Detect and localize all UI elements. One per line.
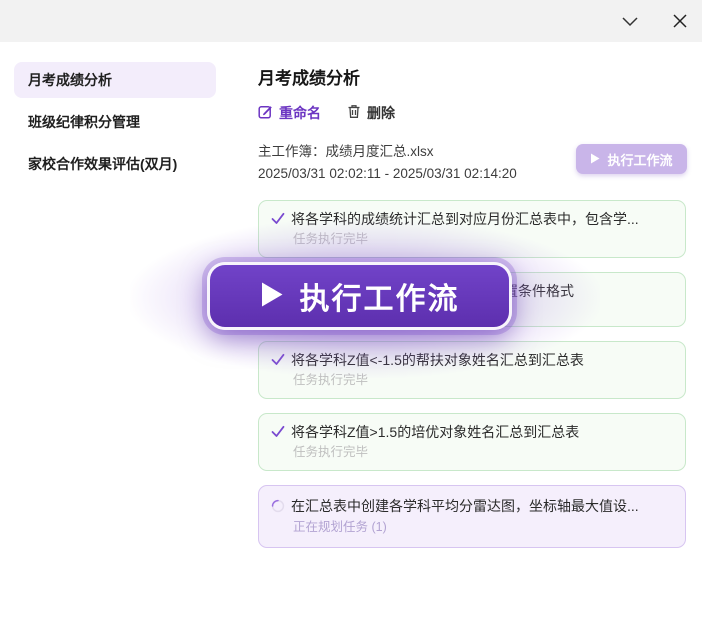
collapse-window-button[interactable]	[616, 9, 644, 35]
run-workflow-callout-label: 执行工作流	[300, 274, 460, 318]
run-workflow-label: 执行工作流	[607, 150, 672, 169]
trash-icon	[347, 104, 361, 122]
sidebar-item-label: 家校合作效果评估(双月)	[28, 154, 177, 174]
chevron-down-icon	[619, 10, 641, 35]
task-check-icon	[271, 212, 285, 230]
close-icon	[670, 11, 690, 34]
task-card[interactable]: 在汇总表中创建各学科平均分雷达图，坐标轴最大值设... 正在规划任务 (1)	[258, 485, 686, 548]
sidebar-item[interactable]: 家校合作效果评估(双月)	[14, 146, 216, 182]
play-icon	[590, 152, 600, 167]
task-text: 在汇总表中创建各学科平均分雷达图，坐标轴最大值设...	[291, 496, 639, 517]
page-title: 月考成绩分析	[258, 64, 686, 89]
task-card[interactable]: 将各学科的成绩统计汇总到对应月份汇总表中，包含学... 任务执行完毕	[258, 200, 686, 258]
delete-label: 删除	[367, 103, 395, 123]
task-check-icon	[271, 353, 285, 371]
delete-button[interactable]: 删除	[347, 103, 395, 123]
titlebar	[0, 0, 702, 42]
task-status: 正在规划任务 (1)	[271, 518, 673, 537]
task-spinner-icon	[271, 499, 285, 518]
sidebar-list: 月考成绩分析 班级纪律积分管理 家校合作效果评估(双月)	[14, 62, 216, 188]
task-status: 任务执行完毕	[271, 230, 673, 249]
sidebar-item-label: 班级纪律积分管理	[28, 112, 140, 132]
edit-icon	[258, 104, 273, 122]
task-status: 任务执行完毕	[271, 371, 673, 390]
run-workflow-button[interactable]: 执行工作流	[576, 144, 687, 174]
sidebar-item-label: 月考成绩分析	[28, 70, 112, 90]
task-text: 将各学科Z值<-1.5的帮扶对象姓名汇总到汇总表	[291, 350, 584, 371]
run-workflow-button-callout[interactable]: 执行工作流	[207, 262, 512, 330]
workflow-header: 月考成绩分析 重命名 删除	[258, 64, 686, 185]
task-text: 将各学科Z值>1.5的培优对象姓名汇总到汇总表	[291, 422, 579, 443]
rename-label: 重命名	[279, 103, 321, 123]
sidebar-item[interactable]: 月考成绩分析	[14, 62, 216, 98]
task-text: 置条件格式	[504, 281, 574, 302]
task-card[interactable]: 将各学科Z值<-1.5的帮扶对象姓名汇总到汇总表 任务执行完毕	[258, 341, 686, 399]
task-check-icon	[271, 425, 285, 443]
sidebar-item[interactable]: 班级纪律积分管理	[14, 104, 216, 140]
task-status: 任务执行完毕	[271, 443, 673, 462]
task-list: 将各学科的成绩统计汇总到对应月份汇总表中，包含学... 任务执行完毕 置条件格式	[258, 200, 686, 562]
task-card[interactable]: 将各学科Z值>1.5的培优对象姓名汇总到汇总表 任务执行完毕	[258, 413, 686, 471]
task-text: 将各学科的成绩统计汇总到对应月份汇总表中，包含学...	[291, 209, 639, 230]
play-icon	[260, 281, 284, 311]
rename-button[interactable]: 重命名	[258, 103, 321, 123]
close-window-button[interactable]	[666, 9, 694, 35]
